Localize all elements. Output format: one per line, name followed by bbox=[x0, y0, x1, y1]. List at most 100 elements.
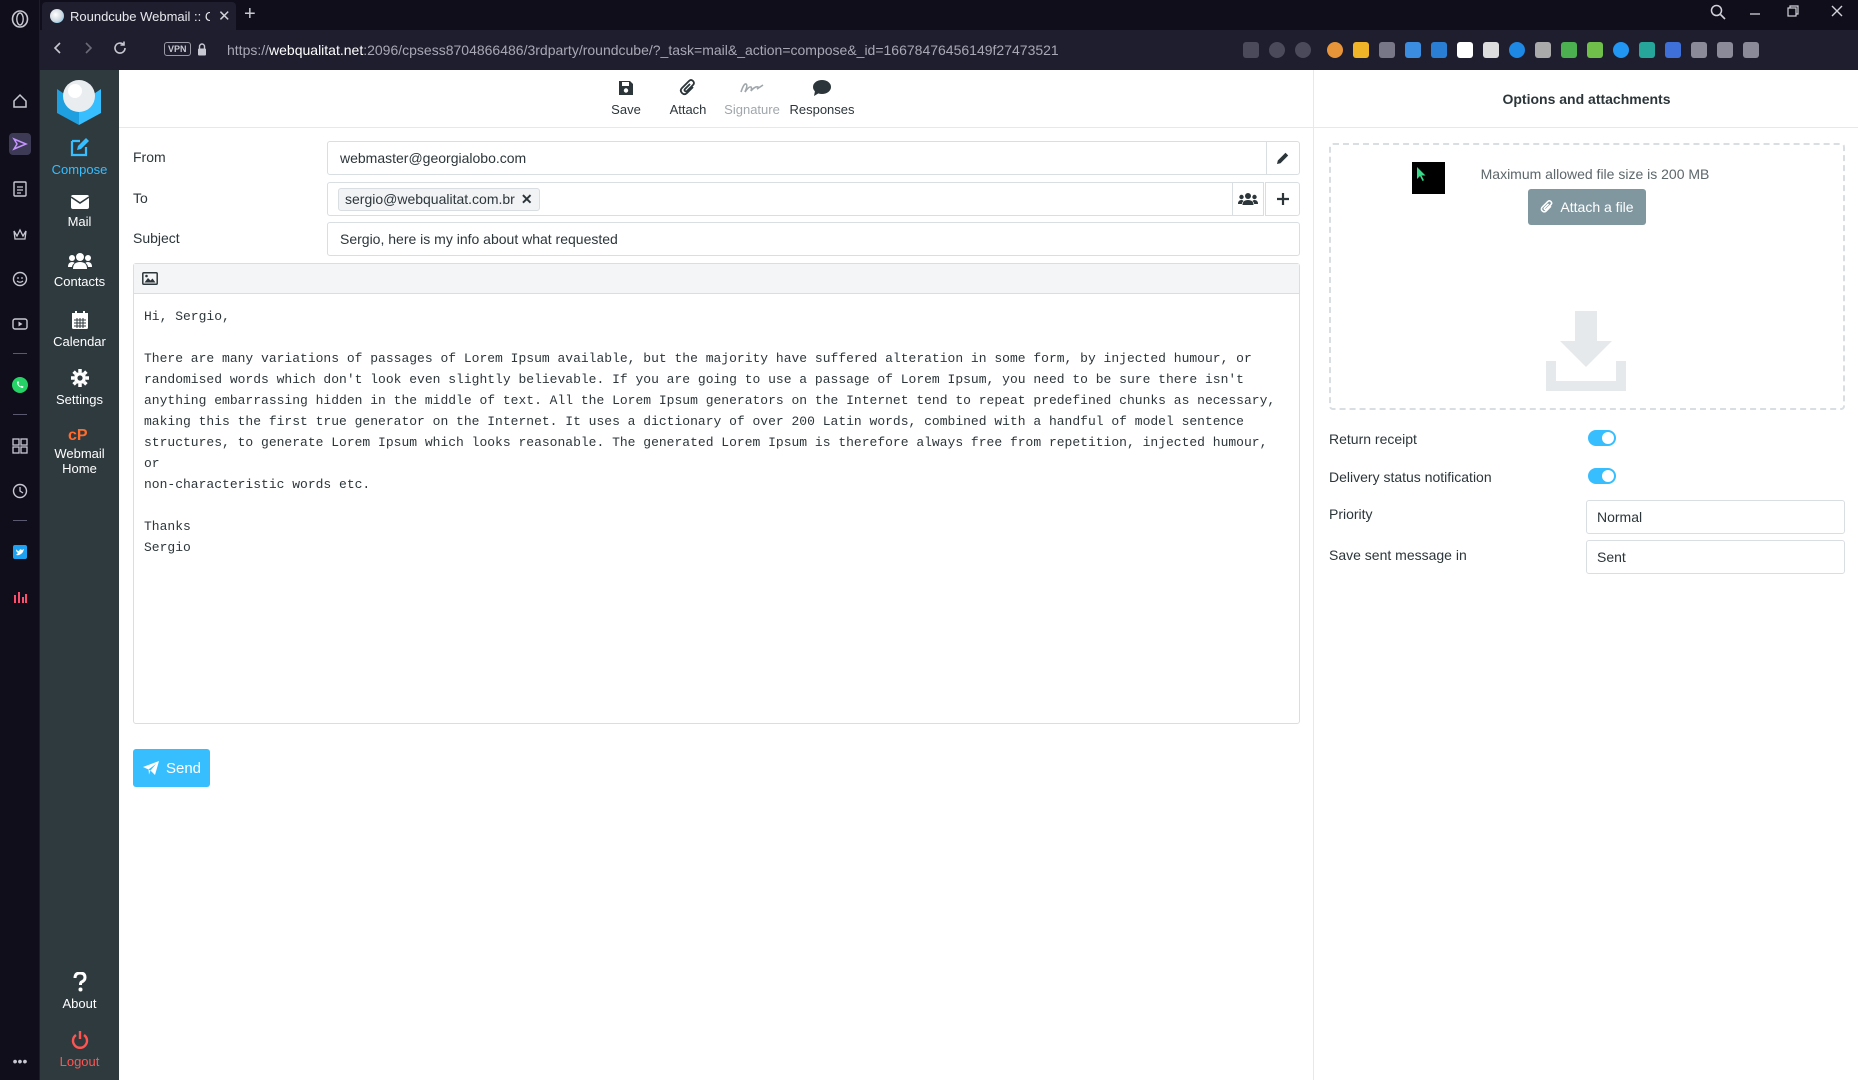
restore-icon[interactable] bbox=[1786, 4, 1800, 18]
extension-11-icon[interactable] bbox=[1587, 42, 1603, 58]
nav-mail-label: Mail bbox=[67, 214, 92, 229]
question-icon bbox=[40, 972, 119, 992]
nav-settings[interactable]: Settings bbox=[40, 368, 119, 407]
extension-13-icon[interactable] bbox=[1639, 42, 1655, 58]
paper-plane-icon bbox=[142, 760, 160, 776]
reload-icon[interactable] bbox=[112, 40, 128, 56]
send-label: Send bbox=[165, 759, 202, 777]
recipient-chip[interactable]: sergio@webqualitat.com.br ✕ bbox=[338, 187, 540, 211]
dsn-toggle[interactable] bbox=[1588, 468, 1616, 484]
from-field[interactable]: webmaster@georgialobo.com bbox=[327, 141, 1267, 175]
save-sent-label: Save sent message in bbox=[1329, 547, 1467, 563]
workspaces-icon[interactable] bbox=[9, 435, 31, 457]
search-tabs-icon[interactable] bbox=[1710, 4, 1726, 20]
extension-8-icon[interactable] bbox=[1509, 42, 1525, 58]
extension-7-icon[interactable] bbox=[1483, 42, 1499, 58]
nav-calendar[interactable]: Calendar bbox=[40, 310, 119, 349]
html-mode-image-icon[interactable] bbox=[142, 272, 158, 285]
roundcube-logo-icon[interactable] bbox=[52, 74, 106, 128]
add-header-button[interactable] bbox=[1265, 182, 1300, 216]
emoji-icon[interactable] bbox=[9, 268, 31, 290]
url-field[interactable]: https://webqualitat.net:2096/cpsess87048… bbox=[227, 42, 1059, 58]
browser-tab[interactable]: Roundcube Webmail :: Compose ✕ bbox=[42, 2, 236, 30]
save-button[interactable]: Save bbox=[593, 78, 659, 117]
stats-icon[interactable] bbox=[9, 586, 31, 608]
home-icon[interactable] bbox=[9, 90, 31, 112]
nav-mail[interactable]: Mail bbox=[40, 194, 119, 229]
extension-9-icon[interactable] bbox=[1535, 42, 1551, 58]
twitter-icon[interactable] bbox=[9, 541, 31, 563]
subject-label: Subject bbox=[133, 230, 180, 246]
nav-webmail-home-label-2: Home bbox=[62, 461, 97, 476]
message-editor[interactable]: Hi, Sergio, There are many variations of… bbox=[133, 263, 1300, 724]
extension-4-icon[interactable] bbox=[1405, 42, 1421, 58]
gear-icon bbox=[40, 368, 119, 388]
nav-about[interactable]: About bbox=[40, 972, 119, 1011]
address-bar: VPN https://webqualitat.net:2096/cpsess8… bbox=[40, 30, 1858, 70]
opera-logo-icon[interactable] bbox=[9, 8, 31, 30]
options-panel: Options and attachments Maximum allowed … bbox=[1313, 70, 1858, 1080]
options-title: Options and attachments bbox=[1314, 70, 1858, 128]
contacts-icon bbox=[40, 252, 119, 270]
subject-field[interactable]: Sergio, here is my info about what reque… bbox=[327, 222, 1300, 256]
to-field[interactable]: sergio@webqualitat.com.br ✕ bbox=[327, 182, 1233, 216]
attach-file-button[interactable]: Attach a file bbox=[1528, 189, 1646, 225]
nav-compose[interactable]: Compose bbox=[40, 136, 119, 177]
send-button[interactable]: Send bbox=[133, 749, 210, 787]
responses-label: Responses bbox=[789, 102, 855, 117]
paperclip-icon bbox=[1540, 199, 1554, 215]
vpn-badge[interactable]: VPN bbox=[164, 42, 191, 56]
adblock-icon[interactable] bbox=[1269, 42, 1285, 58]
extension-3-icon[interactable] bbox=[1379, 42, 1395, 58]
aria-icon[interactable] bbox=[9, 133, 31, 155]
save-icon bbox=[593, 78, 659, 98]
more-icon[interactable]: ••• bbox=[9, 1050, 31, 1072]
nav-logout[interactable]: Logout bbox=[40, 1030, 119, 1069]
nav-logout-label: Logout bbox=[59, 1054, 100, 1069]
responses-button[interactable]: Responses bbox=[769, 78, 875, 117]
extension-5-icon[interactable] bbox=[1431, 42, 1447, 58]
nav-contacts[interactable]: Contacts bbox=[40, 252, 119, 289]
notes-icon[interactable] bbox=[9, 178, 31, 200]
tab-close-icon[interactable]: ✕ bbox=[218, 7, 231, 25]
return-receipt-toggle[interactable] bbox=[1588, 430, 1616, 446]
extension-14-icon[interactable] bbox=[1665, 42, 1681, 58]
return-receipt-label: Return receipt bbox=[1329, 431, 1417, 447]
extension-15-icon[interactable] bbox=[1691, 42, 1707, 58]
crypto-wallet-icon[interactable] bbox=[9, 223, 31, 245]
save-label: Save bbox=[611, 102, 641, 117]
nav-compose-label: Compose bbox=[51, 162, 108, 177]
save-sent-select[interactable]: Sent bbox=[1586, 540, 1845, 574]
extension-2-icon[interactable] bbox=[1353, 42, 1369, 58]
url-host: webqualitat.net bbox=[269, 42, 364, 58]
nav-settings-label: Settings bbox=[56, 392, 103, 407]
priority-select[interactable]: Normal bbox=[1586, 500, 1845, 534]
max-file-size-text: Maximum allowed file size is 200 MB bbox=[1480, 166, 1710, 182]
attachment-dropzone[interactable]: Maximum allowed file size is 200 MB Atta… bbox=[1329, 143, 1845, 410]
easy-setup-icon[interactable] bbox=[1743, 42, 1759, 58]
add-contact-button[interactable] bbox=[1232, 182, 1264, 216]
bookmark-heart-icon[interactable] bbox=[1295, 42, 1311, 58]
minimize-icon[interactable] bbox=[1748, 4, 1762, 18]
lock-icon[interactable] bbox=[197, 43, 207, 56]
extension-6-icon[interactable] bbox=[1457, 42, 1473, 58]
history-icon[interactable] bbox=[9, 480, 31, 502]
forward-icon[interactable] bbox=[80, 40, 96, 56]
nav-webmail-home[interactable]: cP Webmail Home bbox=[40, 426, 119, 476]
back-icon[interactable] bbox=[50, 40, 66, 56]
edit-identity-button[interactable] bbox=[1266, 141, 1300, 175]
player-icon[interactable] bbox=[9, 313, 31, 335]
extension-1-icon[interactable] bbox=[1327, 42, 1343, 58]
download-icon[interactable] bbox=[1717, 42, 1733, 58]
remove-recipient-icon[interactable]: ✕ bbox=[521, 191, 533, 208]
message-body[interactable]: Hi, Sergio, There are many variations of… bbox=[134, 294, 1299, 570]
camera-icon[interactable] bbox=[1243, 42, 1259, 58]
whatsapp-icon[interactable] bbox=[9, 374, 31, 396]
close-window-icon[interactable] bbox=[1830, 4, 1844, 18]
extension-12-icon[interactable] bbox=[1613, 42, 1629, 58]
from-value: webmaster@georgialobo.com bbox=[340, 150, 527, 166]
extension-10-icon[interactable] bbox=[1561, 42, 1577, 58]
from-label: From bbox=[133, 149, 166, 165]
power-icon bbox=[40, 1030, 119, 1050]
new-tab-button[interactable]: + bbox=[244, 4, 256, 24]
